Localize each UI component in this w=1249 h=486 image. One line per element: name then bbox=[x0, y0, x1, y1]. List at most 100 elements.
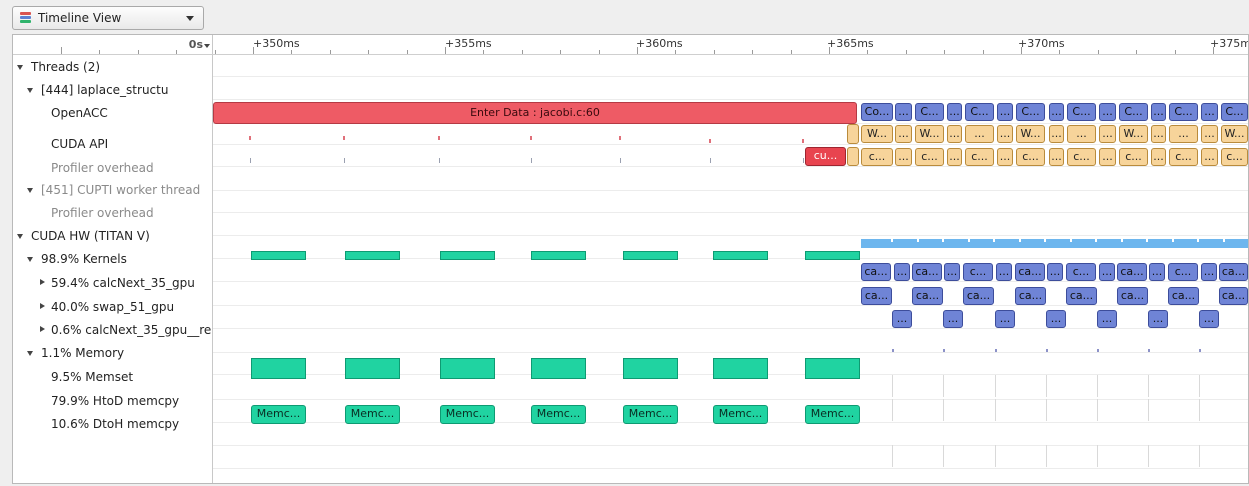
tree-row[interactable]: OpenACC bbox=[13, 103, 213, 125]
kernel-launch[interactable]: ... bbox=[996, 263, 1012, 281]
cuda-api-call[interactable]: c... bbox=[1221, 148, 1248, 166]
tree-row[interactable]: 79.9% HtoD memcpy bbox=[13, 391, 213, 413]
openacc-compute-region[interactable]: C... bbox=[1067, 103, 1096, 121]
tree-row[interactable]: [451] CUPTI worker thread bbox=[13, 180, 213, 202]
openacc-wait-event[interactable]: ... bbox=[1201, 125, 1218, 143]
openacc-compute-region[interactable]: ... bbox=[1151, 103, 1166, 121]
expand-toggle-icon[interactable] bbox=[27, 88, 33, 93]
gpu-activity-summary[interactable] bbox=[440, 251, 495, 260]
kernel-launch[interactable]: ca... bbox=[1117, 263, 1147, 281]
openacc-compute-region[interactable]: ... bbox=[1099, 103, 1116, 121]
cuda-api-call[interactable]: ... bbox=[1201, 148, 1218, 166]
memory-activity-summary[interactable] bbox=[805, 358, 860, 379]
openacc-wait-event[interactable]: W... bbox=[861, 125, 893, 143]
expand-toggle-icon[interactable] bbox=[27, 257, 33, 262]
gpu-activity-summary[interactable] bbox=[623, 251, 678, 260]
openacc-compute-region[interactable]: C... bbox=[915, 103, 944, 121]
memory-activity-summary[interactable] bbox=[531, 358, 586, 379]
swap-kernel[interactable]: ... bbox=[1199, 310, 1219, 328]
tree-row[interactable]: 98.9% Kernels bbox=[13, 249, 213, 271]
calcnext-kernel[interactable]: ca... bbox=[1066, 287, 1097, 305]
expand-toggle-icon[interactable] bbox=[27, 351, 33, 356]
calcnext-kernel[interactable]: ca... bbox=[963, 287, 994, 305]
tree-row[interactable]: 40.0% swap_51_gpu bbox=[13, 297, 213, 319]
kernel-launch[interactable]: ca... bbox=[1219, 263, 1248, 281]
openacc-enter-data-region[interactable]: Enter Data : jacobi.c:60 bbox=[213, 102, 857, 124]
time-ruler[interactable]: +350ms +355ms +360ms +365ms +370ms +375m bbox=[61, 35, 1248, 55]
expand-toggle-icon[interactable] bbox=[17, 234, 23, 239]
memory-activity-summary[interactable] bbox=[713, 358, 768, 379]
gpu-activity-summary[interactable] bbox=[251, 251, 306, 260]
openacc-wait-event[interactable] bbox=[847, 124, 859, 144]
cuda-api-call[interactable]: c... bbox=[915, 148, 944, 166]
openacc-compute-region[interactable]: C... bbox=[965, 103, 994, 121]
kernel-launch[interactable]: ... bbox=[1047, 263, 1063, 281]
calcnext-re-kernel[interactable] bbox=[1097, 349, 1099, 352]
tree-row[interactable]: Threads (2) bbox=[13, 57, 213, 79]
swap-kernel[interactable]: ... bbox=[1148, 310, 1168, 328]
calcnext-re-kernel[interactable] bbox=[1199, 349, 1201, 352]
openacc-compute-region[interactable]: ... bbox=[997, 103, 1013, 121]
expand-toggle-icon[interactable] bbox=[27, 188, 33, 193]
calcnext-kernel[interactable]: ca... bbox=[1168, 287, 1199, 305]
kernel-launch[interactable]: ... bbox=[1201, 263, 1217, 281]
gpu-activity-summary[interactable] bbox=[345, 251, 400, 260]
openacc-wait-event[interactable]: ... bbox=[1151, 125, 1166, 143]
cuda-api-call[interactable]: ... bbox=[1099, 148, 1116, 166]
kernel-launch[interactable]: ca... bbox=[861, 263, 891, 281]
collapse-toggle-icon[interactable] bbox=[40, 303, 45, 309]
tree-row[interactable]: CUDA API bbox=[13, 128, 213, 161]
openacc-compute-region[interactable]: C... bbox=[1119, 103, 1148, 121]
chevron-down-icon[interactable] bbox=[186, 16, 194, 21]
time-origin-header[interactable]: 0s bbox=[13, 35, 213, 55]
cuda-api-call[interactable]: c... bbox=[965, 148, 994, 166]
collapse-toggle-icon[interactable] bbox=[40, 326, 45, 332]
gpu-activity-summary[interactable] bbox=[861, 239, 1248, 248]
cuda-api-call[interactable]: c... bbox=[1169, 148, 1198, 166]
cuda-api-call[interactable]: c... bbox=[1067, 148, 1096, 166]
memory-activity-summary[interactable] bbox=[345, 358, 400, 379]
kernel-launch[interactable]: c... bbox=[1066, 263, 1096, 281]
calcnext-re-kernel[interactable] bbox=[892, 349, 894, 352]
openacc-compute-region[interactable]: ... bbox=[947, 103, 962, 121]
openacc-compute-region[interactable]: ... bbox=[895, 103, 912, 121]
tree-row[interactable]: 0.6% calcNext_35_gpu__re bbox=[13, 320, 213, 342]
swap-kernel[interactable]: ... bbox=[943, 310, 963, 328]
cuda-api-call[interactable]: ... bbox=[947, 148, 962, 166]
calcnext-kernel[interactable]: ca... bbox=[1117, 287, 1148, 305]
openacc-wait-event[interactable]: ... bbox=[1099, 125, 1116, 143]
openacc-compute-region[interactable]: Co... bbox=[861, 103, 893, 121]
cuda-api-call[interactable]: ... bbox=[997, 148, 1013, 166]
htod-memcpy[interactable]: Memc... bbox=[623, 405, 678, 424]
memory-activity-summary[interactable] bbox=[251, 358, 306, 379]
openacc-wait-event[interactable]: ... bbox=[947, 125, 962, 143]
view-selector-dropdown[interactable]: Timeline View bbox=[12, 6, 204, 30]
cuda-api-call[interactable]: cu... bbox=[805, 147, 846, 166]
kernel-launch[interactable]: ... bbox=[944, 263, 960, 281]
openacc-wait-event[interactable]: W... bbox=[1016, 125, 1045, 143]
kernel-launch[interactable]: ... bbox=[1149, 263, 1165, 281]
gpu-activity-summary[interactable] bbox=[531, 251, 586, 260]
collapse-toggle-icon[interactable] bbox=[40, 279, 45, 285]
gpu-activity-summary[interactable] bbox=[713, 251, 768, 260]
htod-memcpy[interactable]: Memc... bbox=[713, 405, 768, 424]
swap-kernel[interactable]: ... bbox=[1046, 310, 1066, 328]
openacc-wait-event[interactable]: ... bbox=[1067, 125, 1096, 143]
openacc-wait-event[interactable]: ... bbox=[1169, 125, 1198, 143]
memory-activity-summary[interactable] bbox=[623, 358, 678, 379]
tree-row[interactable]: 10.6% DtoH memcpy bbox=[13, 414, 213, 436]
tree-row[interactable]: Profiler overhead bbox=[13, 203, 213, 225]
gpu-activity-summary[interactable] bbox=[805, 251, 860, 260]
calcnext-re-kernel[interactable] bbox=[1046, 349, 1048, 352]
calcnext-re-kernel[interactable] bbox=[943, 349, 945, 352]
cuda-api-call[interactable]: c... bbox=[1016, 148, 1045, 166]
swap-kernel[interactable]: ... bbox=[892, 310, 912, 328]
timeline-tracks[interactable]: Enter Data : jacobi.c:60 cu... Co... W... c.… bbox=[213, 55, 1248, 483]
kernel-launch[interactable]: ca... bbox=[912, 263, 942, 281]
cuda-api-call[interactable]: ... bbox=[1151, 148, 1166, 166]
calcnext-kernel[interactable]: ca... bbox=[1015, 287, 1046, 305]
openacc-wait-event[interactable]: ... bbox=[965, 125, 994, 143]
calcnext-kernel[interactable]: ca... bbox=[1219, 287, 1248, 305]
calcnext-re-kernel[interactable] bbox=[995, 349, 997, 352]
expand-toggle-icon[interactable] bbox=[17, 65, 23, 70]
